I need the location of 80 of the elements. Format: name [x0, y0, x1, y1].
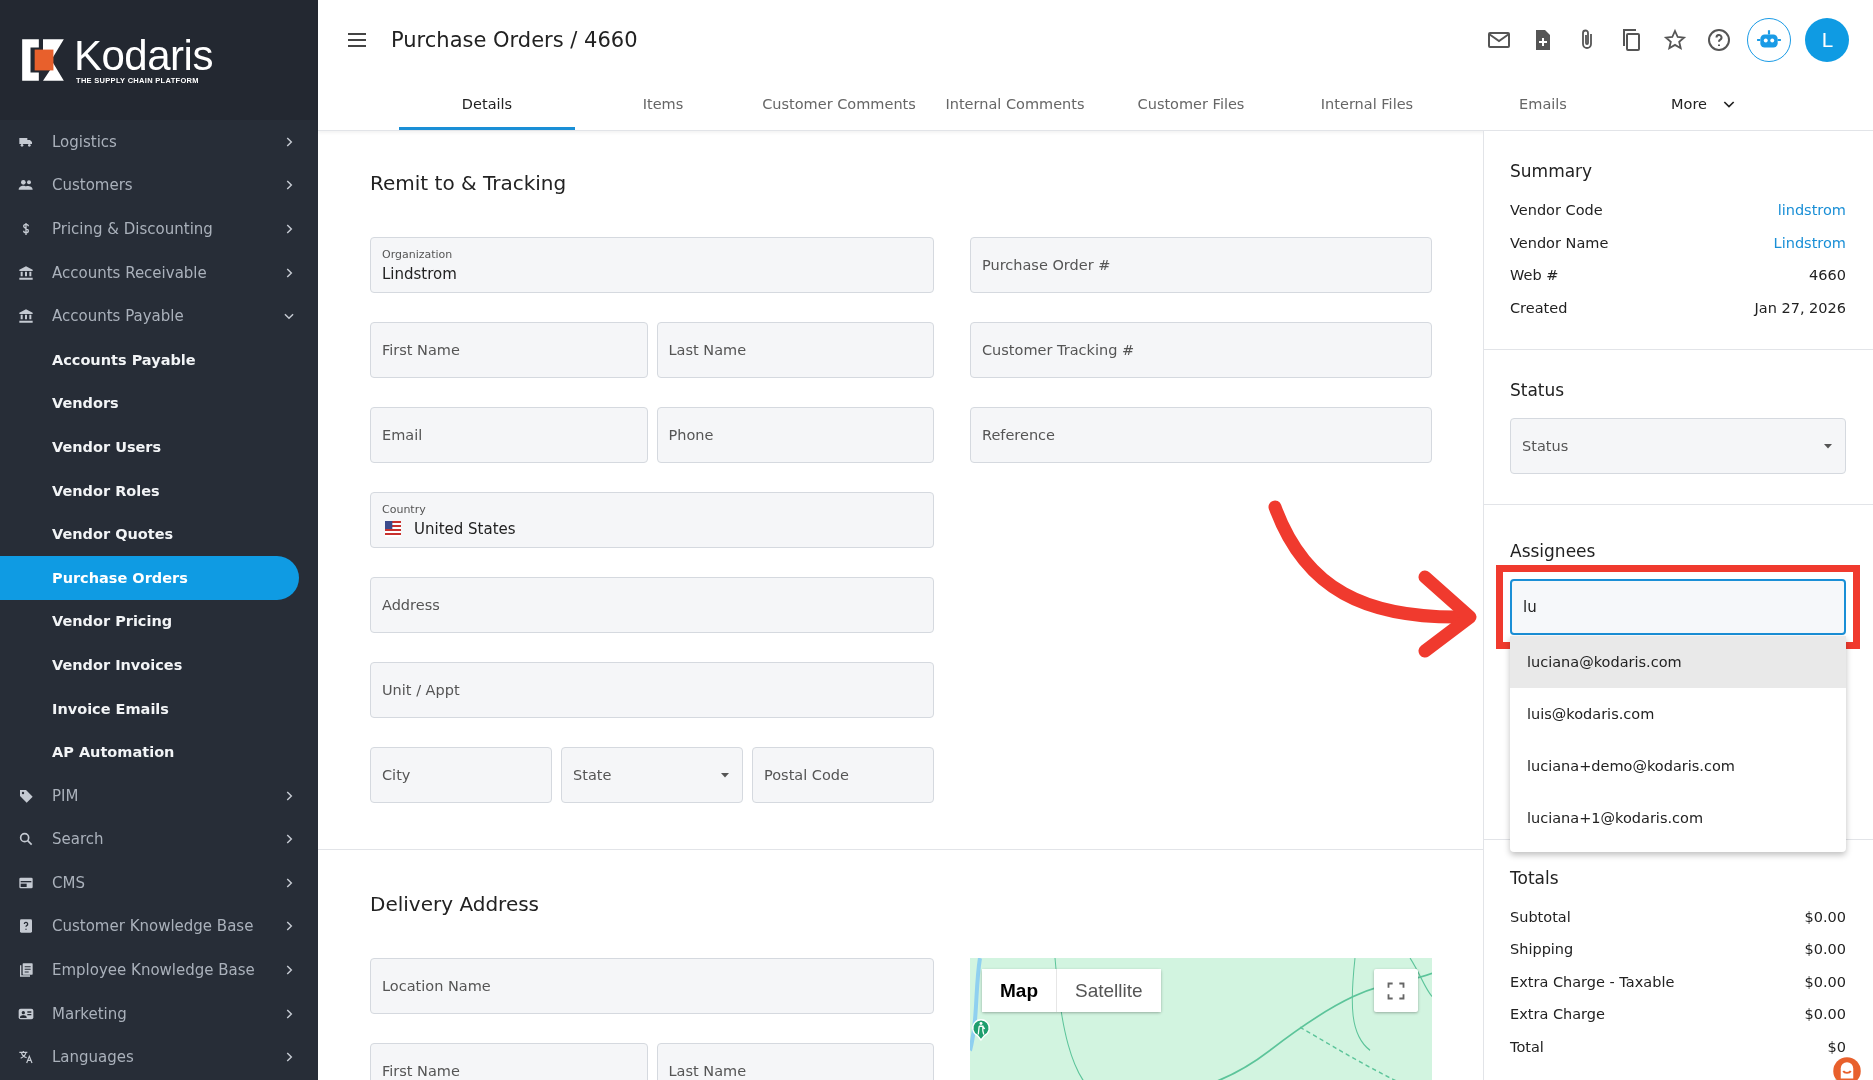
- input-field[interactable]: First Name: [370, 322, 648, 378]
- input-field[interactable]: Phone: [656, 407, 934, 463]
- input-field[interactable]: Organization Lindstrom: [370, 237, 934, 293]
- field-label: Vendor Name: [1510, 233, 1609, 253]
- sidebar-item[interactable]: PIM: [0, 773, 318, 818]
- dropdown-option[interactable]: luciana+demo@kodaris.com: [1510, 739, 1846, 792]
- sidebar-item[interactable]: Vendors: [0, 381, 299, 426]
- sidebar-item[interactable]: Accounts Payable: [0, 294, 318, 338]
- input-field[interactable]: Unit / Appt: [370, 662, 934, 718]
- field-value: $0.00: [1804, 940, 1846, 959]
- tab[interactable]: Internal Comments: [927, 80, 1103, 130]
- section-title: Assignees: [1510, 540, 1597, 561]
- field-label: Subtotal: [1510, 907, 1571, 927]
- sidebar-item[interactable]: Logistics: [0, 120, 318, 164]
- section-title: Delivery Address: [370, 892, 541, 916]
- field-label: Total: [1510, 1037, 1544, 1057]
- map-type-button[interactable]: Satellite: [1057, 969, 1161, 1012]
- map-type-button[interactable]: Map: [982, 969, 1057, 1012]
- input-field[interactable]: Purchase Order #: [970, 237, 1432, 293]
- sidebar-item[interactable]: Accounts Receivable: [0, 250, 318, 295]
- tab[interactable]: Details: [399, 80, 575, 130]
- sidebar-item[interactable]: Vendor Roles: [0, 468, 299, 513]
- input-field[interactable]: Customer Tracking #: [970, 322, 1432, 378]
- section-title: Summary: [1510, 161, 1594, 181]
- field-label: Extra Charge: [1510, 1005, 1605, 1024]
- sidebar-item[interactable]: Vendor Users: [0, 425, 299, 469]
- field-value: $0.00: [1804, 907, 1846, 927]
- tab[interactable]: Customer Files: [1103, 80, 1279, 130]
- sidebar-item[interactable]: Customers: [0, 163, 318, 208]
- field-label: Created: [1510, 298, 1568, 318]
- sidebar-item[interactable]: Customer Knowledge Base: [0, 904, 318, 949]
- input-field[interactable]: Postal Code: [752, 747, 934, 803]
- field-value: $0.00: [1804, 1005, 1846, 1024]
- link[interactable]: Lindstrom: [1773, 231, 1846, 254]
- field-label: Web #: [1510, 266, 1559, 285]
- dropdown-option[interactable]: luis@kodaris.com: [1510, 687, 1846, 740]
- section-title: Totals: [1510, 867, 1560, 888]
- section-title: Status: [1510, 379, 1566, 400]
- input-field[interactable]: Country United States: [370, 492, 934, 548]
- field-value: $0: [1827, 1037, 1846, 1057]
- input-field[interactable]: City: [370, 747, 552, 803]
- tab[interactable]: More: [1631, 80, 1749, 130]
- sidebar-item[interactable]: Accounts Payable: [0, 337, 299, 382]
- page-title: Purchase Orders / 4660: [391, 28, 639, 52]
- section-title: Remit to & Tracking: [370, 171, 568, 195]
- sidebar-item[interactable]: Vendor Quotes: [0, 512, 299, 556]
- input-field[interactable]: Address: [370, 577, 934, 633]
- link[interactable]: lindstrom: [1777, 199, 1846, 221]
- input-field[interactable]: Email: [370, 407, 648, 463]
- input-field[interactable]: Location Name: [370, 958, 934, 1014]
- sidebar-item[interactable]: Employee Knowledge Base: [0, 948, 318, 992]
- tab[interactable]: Emails: [1455, 80, 1631, 130]
- sidebar-item[interactable]: Invoice Emails: [0, 686, 299, 731]
- dropdown-option[interactable]: luciana@kodaris.com: [1510, 635, 1846, 688]
- field-value: Jan 27, 2026: [1754, 298, 1846, 318]
- dropdown-field[interactable]: Status: [1510, 417, 1846, 474]
- dropdown-option[interactable]: luciana+1@kodaris.com: [1510, 791, 1846, 844]
- field-value: $0.00: [1804, 972, 1846, 992]
- sidebar-item[interactable]: CMS: [0, 861, 318, 905]
- sidebar-item[interactable]: Search: [0, 817, 318, 862]
- sidebar-item[interactable]: Languages: [0, 1035, 318, 1080]
- tab[interactable]: Internal Files: [1279, 80, 1455, 130]
- sidebar-item[interactable]: AP Automation: [0, 730, 299, 774]
- brand-name: Kodaris: [74, 35, 213, 76]
- sidebar-item[interactable]: Marketing: [0, 991, 318, 1036]
- input-field[interactable]: Reference: [970, 407, 1432, 463]
- search-field[interactable]: lu: [1510, 578, 1846, 635]
- tab[interactable]: Customer Comments: [751, 80, 927, 130]
- field-value: 4660: [1809, 266, 1846, 285]
- sidebar-item[interactable]: Vendor Invoices: [0, 643, 299, 687]
- sidebar-item[interactable]: Pricing & Discounting: [0, 207, 318, 251]
- input-field[interactable]: Last Name: [656, 322, 934, 378]
- input-field[interactable]: Last Name: [656, 1043, 934, 1080]
- sidebar-item[interactable]: Vendor Pricing: [0, 599, 299, 644]
- field-label: Extra Charge - Taxable: [1510, 972, 1675, 992]
- dropdown-field[interactable]: State: [561, 747, 743, 803]
- tab[interactable]: Items: [575, 80, 751, 130]
- input-field[interactable]: First Name: [370, 1043, 648, 1080]
- field-label: Shipping: [1510, 940, 1574, 959]
- field-label: Vendor Code: [1510, 201, 1603, 220]
